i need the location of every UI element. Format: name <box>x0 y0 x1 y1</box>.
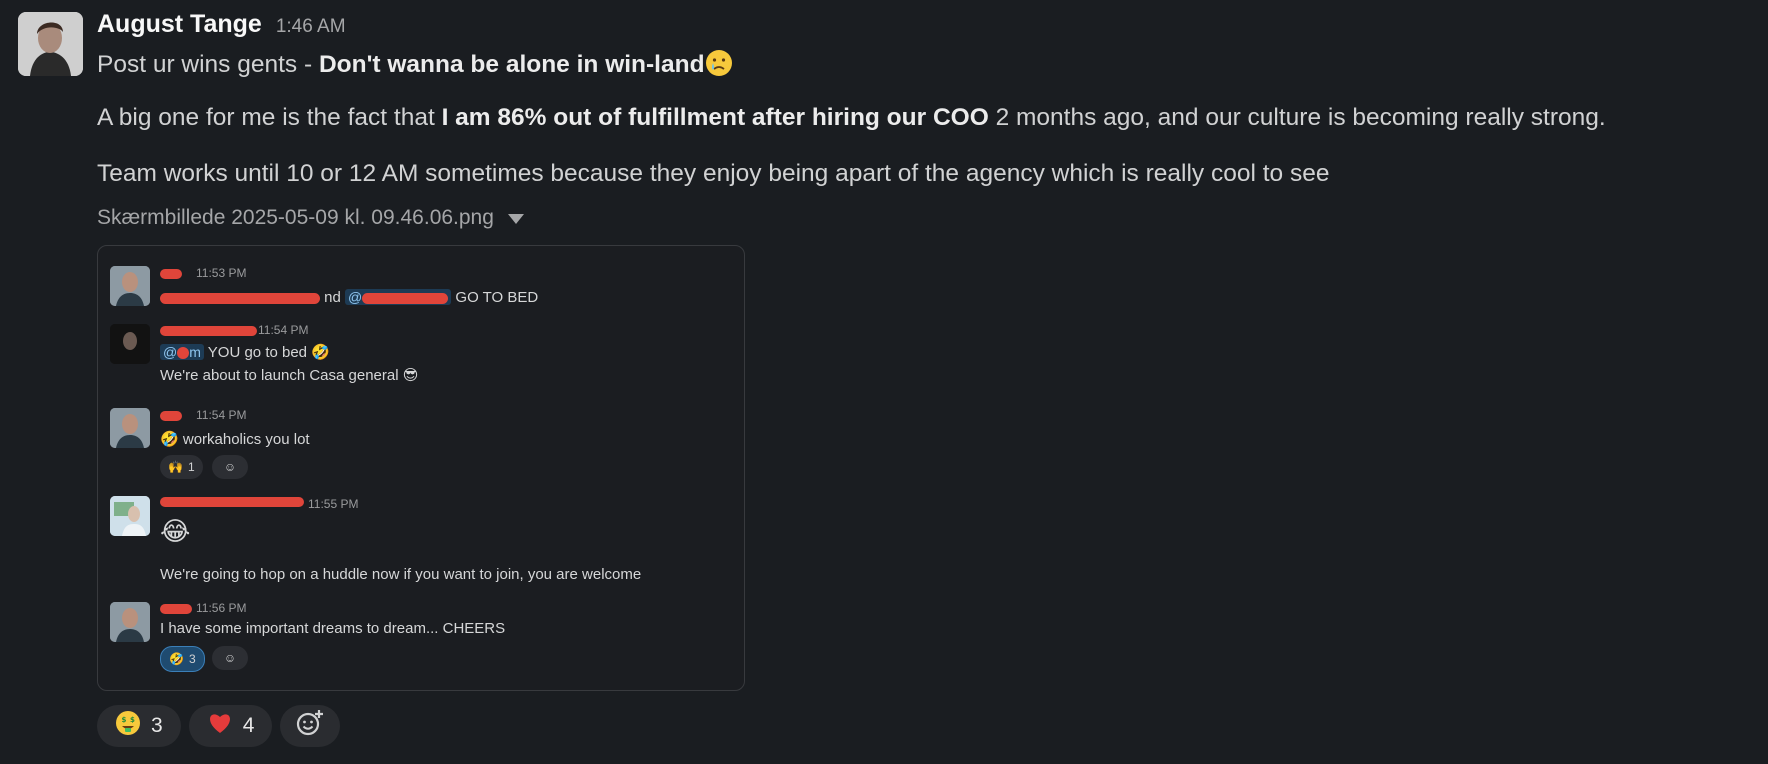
reactions-bar: $ $ 3 4 <box>97 705 341 747</box>
add-reaction-icon: ☺ <box>212 646 248 670</box>
preview-avatar <box>110 602 150 642</box>
attachment-image-preview[interactable]: 11:53 PM nd @ GO TO BED 11:54 PM @ m YOU … <box>97 245 745 691</box>
redacted-name <box>160 326 257 336</box>
svg-text:$: $ <box>130 716 135 724</box>
message-line-1-bold: Don't wanna be alone in win-land <box>318 51 705 78</box>
redacted-name <box>160 411 182 421</box>
avatar[interactable] <box>18 12 83 76</box>
preview-avatar <box>110 324 150 364</box>
preview-avatar <box>110 408 150 448</box>
crying-face-emoji-icon <box>705 49 733 84</box>
preview-time: 11:56 PM <box>196 601 247 615</box>
sunglasses-emoji-icon: 😎 <box>402 367 419 384</box>
reaction-money-mouth[interactable]: $ $ 3 <box>97 705 181 747</box>
redacted-name <box>160 269 182 279</box>
preview-text: We're about to launch Casa general <box>160 367 399 384</box>
laughing-emoji-icon: 😂 <box>160 516 191 546</box>
message-line-2-prefix: A big one for me is the fact that <box>97 104 442 131</box>
svg-text:$: $ <box>122 716 127 724</box>
redacted-name <box>160 604 192 614</box>
message-line-1: Post ur wins gents - Don't wanna be alon… <box>97 49 733 84</box>
preview-text: nd <box>324 289 341 306</box>
money-mouth-face-icon: $ $ <box>115 710 141 742</box>
add-reaction-icon <box>295 708 325 744</box>
preview-time: 11:55 PM <box>308 497 359 511</box>
preview-text: YOU go to bed <box>207 344 308 361</box>
redacted-text <box>160 292 320 304</box>
chevron-down-icon[interactable] <box>507 214 524 224</box>
raised-hands-emoji-icon: 🙌 <box>168 460 183 474</box>
preview-time: 11:54 PM <box>258 323 309 337</box>
attachment-filename[interactable]: Skærmbillede 2025-05-09 kl. 09.46.06.png <box>97 206 494 230</box>
preview-time: 11:54 PM <box>196 408 247 422</box>
reaction-count: 3 <box>151 714 163 737</box>
redacted-name <box>160 497 304 507</box>
preview-avatar <box>110 496 150 536</box>
add-reaction-icon: ☺ <box>212 455 248 479</box>
mention-chip: @ <box>345 289 452 305</box>
message-header: August Tange 1:46 AM <box>97 10 346 39</box>
author-name[interactable]: August Tange <box>97 10 262 39</box>
preview-text: workaholics you lot <box>182 431 310 448</box>
grinning-emoji-icon: 🤣 <box>311 344 330 361</box>
grinning-emoji-icon: 🤣 <box>160 431 179 448</box>
reaction-heart[interactable]: 4 <box>188 705 273 747</box>
preview-text: I have some important dreams to dream...… <box>160 620 506 637</box>
add-reaction-button[interactable] <box>280 705 341 747</box>
attachment-header[interactable]: Skærmbillede 2025-05-09 kl. 09.46.06.png <box>97 206 524 230</box>
message-line-1-text: Post ur wins gents - <box>97 51 319 78</box>
preview-time: 11:53 PM <box>196 266 247 280</box>
message-timestamp[interactable]: 1:46 AM <box>276 16 346 38</box>
preview-text: GO TO BED <box>455 289 539 306</box>
message-line-2-bold: I am 86% out of fulfillment after hiring… <box>441 104 989 131</box>
mention-chip: @ m <box>160 344 204 360</box>
preview-avatar <box>110 266 150 306</box>
message-line-2: A big one for me is the fact that I am 8… <box>97 104 1606 132</box>
preview-reaction: 🙌 1 <box>160 455 203 479</box>
message-line-3: Team works until 10 or 12 AM sometimes b… <box>97 160 1330 187</box>
reaction-count: 4 <box>242 714 255 737</box>
message-line-2-suffix: 2 months ago, and our culture is becomin… <box>988 104 1606 131</box>
red-heart-icon <box>207 711 233 741</box>
preview-text: We're going to hop on a huddle now if yo… <box>160 566 642 583</box>
grinning-emoji-icon: 🤣 <box>169 652 184 666</box>
preview-reaction: 🤣 3 <box>160 646 205 672</box>
